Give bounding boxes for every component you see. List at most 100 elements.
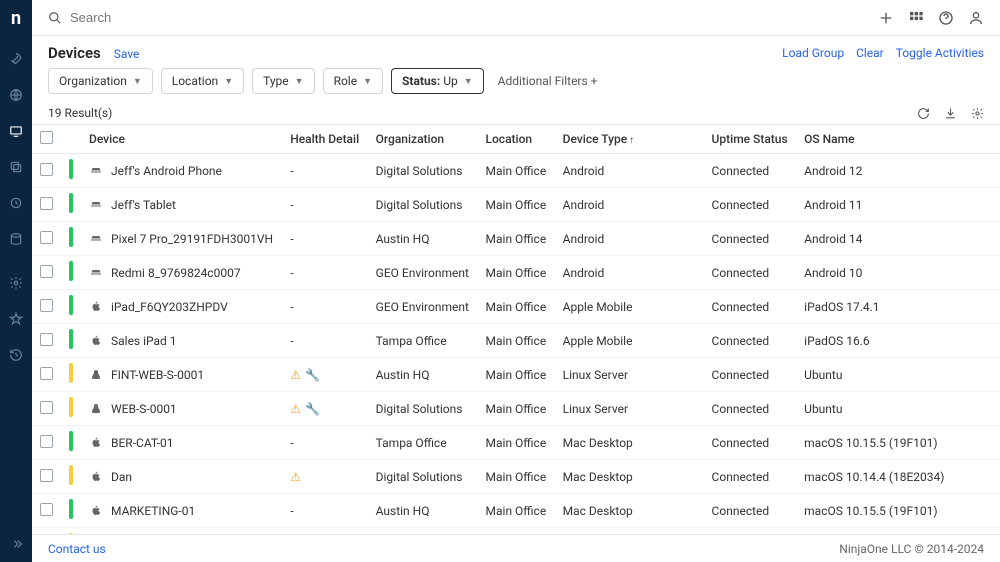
cell-os: Android 12 xyxy=(796,154,1000,188)
copyright: NinjaOne LLC © 2014-2024 xyxy=(839,542,984,556)
cell-uptime: Connected xyxy=(704,358,797,392)
row-checkbox[interactable] xyxy=(40,401,53,414)
backup-icon[interactable] xyxy=(6,229,26,249)
row-checkbox[interactable] xyxy=(40,265,53,278)
col-loc[interactable]: Location xyxy=(478,125,555,154)
chevron-down-icon: ▼ xyxy=(363,76,372,87)
row-checkbox[interactable] xyxy=(40,231,53,244)
load-group-link[interactable]: Load Group xyxy=(782,46,844,60)
shield-icon[interactable] xyxy=(6,193,26,213)
cell-uptime: Connected xyxy=(704,290,797,324)
table-row[interactable]: Jeff's Tablet - Digital Solutions Main O… xyxy=(32,188,1000,222)
expand-icon[interactable] xyxy=(6,534,26,554)
col-type[interactable]: Device Type↑ xyxy=(555,125,704,154)
refresh-icon[interactable] xyxy=(917,107,930,120)
cell-org: Tampa Office xyxy=(368,324,478,358)
table-row[interactable]: iPad_F6QY203ZHPDV - GEO Environment Main… xyxy=(32,290,1000,324)
col-uptime[interactable]: Uptime Status xyxy=(704,125,797,154)
col-os[interactable]: OS Name xyxy=(796,125,1000,154)
row-checkbox[interactable] xyxy=(40,163,53,176)
row-checkbox[interactable] xyxy=(40,469,53,482)
col-health[interactable]: Health Detail xyxy=(282,125,367,154)
settings-icon[interactable] xyxy=(6,273,26,293)
warning-icon: ⚠ xyxy=(290,402,301,416)
plus-icon[interactable] xyxy=(878,10,894,26)
topbar xyxy=(32,0,1000,36)
filter-status[interactable]: Status: Up ▼ xyxy=(391,68,484,94)
rocket-icon[interactable] xyxy=(6,49,26,69)
save-link[interactable]: Save xyxy=(114,47,140,61)
status-indicator xyxy=(69,329,73,349)
chevron-down-icon: ▼ xyxy=(295,76,304,87)
cell-uptime: Connected xyxy=(704,256,797,290)
table-row[interactable]: MARKETING-01 - Austin HQ Main Office Mac… xyxy=(32,494,1000,528)
search-input[interactable] xyxy=(70,10,866,25)
row-checkbox[interactable] xyxy=(40,197,53,210)
table-row[interactable]: aus-esx80-05.ad.ninjarmm.net ⚠ Tampa Off… xyxy=(32,528,1000,535)
filter-role[interactable]: Role ▼ xyxy=(323,68,383,94)
cell-loc: Main Office xyxy=(478,256,555,290)
cell-health: - xyxy=(282,256,367,290)
cell-type: Android xyxy=(555,256,704,290)
cell-health: - xyxy=(282,154,367,188)
table-row[interactable]: Redmi 8_9769824c0007 - GEO Environment M… xyxy=(32,256,1000,290)
cell-os: macOS 10.15.5 (19F101) xyxy=(796,494,1000,528)
layers-icon[interactable] xyxy=(6,157,26,177)
cell-type: Mac Desktop xyxy=(555,426,704,460)
table-row[interactable]: Pixel 7 Pro_29191FDH3001VH - Austin HQ M… xyxy=(32,222,1000,256)
devices-icon[interactable] xyxy=(6,121,26,141)
row-checkbox[interactable] xyxy=(40,503,53,516)
cell-loc: Main Office xyxy=(478,290,555,324)
device-name: BER-CAT-01 xyxy=(111,436,174,450)
cell-os: iPadOS 16.6 xyxy=(796,324,1000,358)
row-checkbox[interactable] xyxy=(40,299,53,312)
filter-type[interactable]: Type ▼ xyxy=(252,68,314,94)
cell-uptime: Connected xyxy=(704,324,797,358)
cell-type: Linux Server xyxy=(555,392,704,426)
table-row[interactable]: Sales iPad 1 - Tampa Office Main Office … xyxy=(32,324,1000,358)
cell-uptime: Connected xyxy=(704,426,797,460)
filter-location[interactable]: Location ▼ xyxy=(161,68,244,94)
status-indicator xyxy=(69,227,73,247)
select-all-checkbox[interactable] xyxy=(40,131,53,144)
footer: Contact us NinjaOne LLC © 2014-2024 xyxy=(32,534,1000,562)
star-icon[interactable] xyxy=(6,309,26,329)
row-checkbox[interactable] xyxy=(40,367,53,380)
cell-uptime: Connected xyxy=(704,188,797,222)
cell-org: Austin HQ xyxy=(368,494,478,528)
warning-icon: ⚠ xyxy=(290,368,301,382)
device-name: Jeff's Tablet xyxy=(111,198,176,212)
clear-link[interactable]: Clear xyxy=(856,46,884,60)
globe-icon[interactable] xyxy=(6,85,26,105)
row-checkbox[interactable] xyxy=(40,333,53,346)
chevron-down-icon: ▼ xyxy=(224,76,233,87)
table-row[interactable]: WEB-S-0001 ⚠🔧 Digital Solutions Main Off… xyxy=(32,392,1000,426)
toggle-activities-link[interactable]: Toggle Activities xyxy=(896,46,984,60)
filter-organization[interactable]: Organization ▼ xyxy=(48,68,153,94)
header-row: Devices Save Load Group Clear Toggle Act… xyxy=(32,36,1000,66)
additional-filters[interactable]: Additional Filters + xyxy=(498,74,598,88)
table-row[interactable]: FINT-WEB-S-0001 ⚠🔧 Austin HQ Main Office… xyxy=(32,358,1000,392)
cell-uptime: Connected xyxy=(704,392,797,426)
cell-org: Digital Solutions xyxy=(368,154,478,188)
user-icon[interactable] xyxy=(968,10,984,26)
contact-us-link[interactable]: Contact us xyxy=(48,542,106,556)
apple-icon xyxy=(89,505,103,517)
phone-icon xyxy=(89,233,103,245)
apps-icon[interactable] xyxy=(908,10,924,26)
row-checkbox[interactable] xyxy=(40,435,53,448)
history-icon[interactable] xyxy=(6,345,26,365)
table-row[interactable]: Dan ⚠ Digital Solutions Main Office Mac … xyxy=(32,460,1000,494)
wrench-icon: 🔧 xyxy=(305,368,320,382)
table-row[interactable]: BER-CAT-01 - Tampa Office Main Office Ma… xyxy=(32,426,1000,460)
col-org[interactable]: Organization xyxy=(368,125,478,154)
cell-org: Tampa Office xyxy=(368,426,478,460)
cell-uptime: Connected xyxy=(704,154,797,188)
cell-type: Android xyxy=(555,154,704,188)
download-icon[interactable] xyxy=(944,107,957,120)
cell-type: Mac Desktop xyxy=(555,494,704,528)
help-icon[interactable] xyxy=(938,10,954,26)
settings-gear-icon[interactable] xyxy=(971,107,984,120)
col-device[interactable]: Device xyxy=(81,125,282,154)
table-row[interactable]: Jeff's Android Phone - Digital Solutions… xyxy=(32,154,1000,188)
